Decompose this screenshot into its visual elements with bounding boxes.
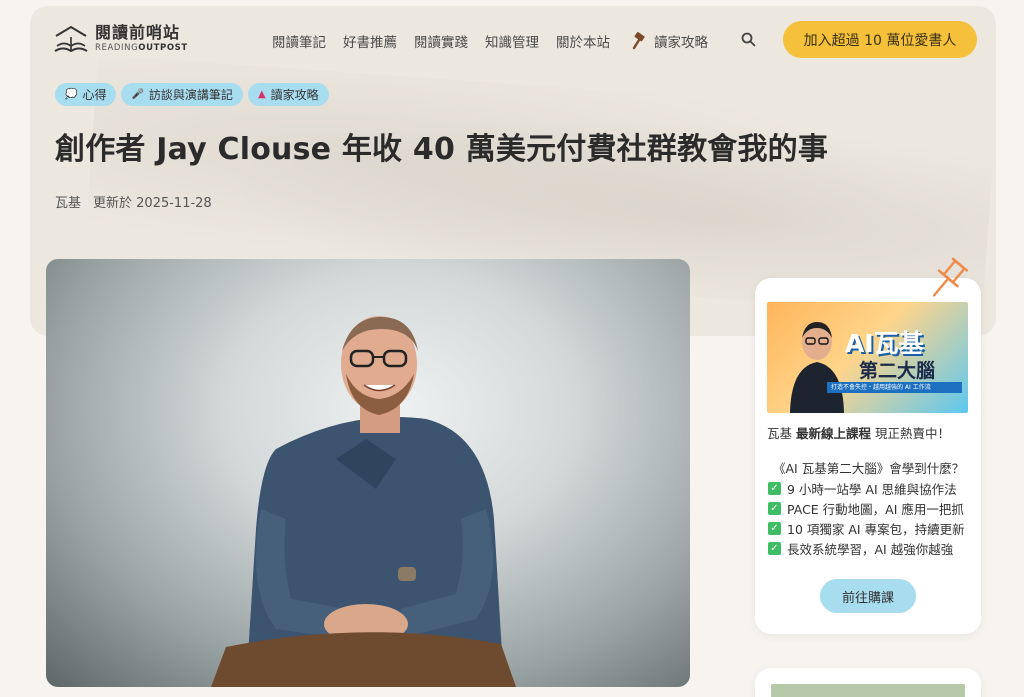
sidebar-card-secondary xyxy=(755,668,981,697)
nav-book-recommendations[interactable]: 好書推薦 xyxy=(343,31,397,51)
course-promo-card: AI瓦基 第二大腦 打造不會失控・越用越強的 AI 工作流 瓦基 最新線上課程 … xyxy=(755,278,981,634)
checkmark-icon: ✓ xyxy=(768,541,781,555)
search-icon[interactable] xyxy=(741,32,756,47)
article-meta: 瓦基 更新於 2025-11-28 xyxy=(55,192,212,211)
nav-reader-guide[interactable]: 讀家攻略 xyxy=(631,31,708,51)
nav-knowledge-management[interactable]: 知識管理 xyxy=(485,31,539,51)
instructor-illustration xyxy=(790,322,844,413)
checkmark-icon: ✓ xyxy=(768,481,781,495)
list-item: ✓ 9 小時一站學 AI 思維與協作法 xyxy=(768,478,965,498)
course-question: 《AI 瓦基第二大腦》會學到什麼？ xyxy=(773,461,965,476)
tag-label: 讀家攻略 xyxy=(270,88,319,102)
portrait-photo xyxy=(211,316,516,687)
nav-reading-notes[interactable]: 閱讀筆記 xyxy=(272,31,326,51)
article-title: 創作者 Jay Clouse 年收 40 萬美元付費社群教會我的事 xyxy=(55,132,829,167)
tag-reader-guide[interactable]: ▲ 讀家攻略 xyxy=(247,83,329,106)
author-name[interactable]: 瓦基 xyxy=(55,192,81,211)
banner-tagline: 打造不會失控・越用越強的 AI 工作流 xyxy=(827,382,962,393)
book-house-icon xyxy=(54,25,88,53)
banner-subtitle: 第二大腦 xyxy=(859,360,936,382)
tag-label: 訪談與演講筆記 xyxy=(148,88,233,102)
thought-bubble-icon: 💭 xyxy=(65,89,78,100)
updated-date: 更新於 2025-11-28 xyxy=(93,196,212,211)
list-item: ✓ 10 項獨家 AI 專案包，持續更新 xyxy=(768,518,965,538)
article-hero-image xyxy=(46,259,690,687)
logo-subtitle: READINGOUTPOST xyxy=(95,43,188,54)
tag-reflection[interactable]: 💭 心得 xyxy=(55,83,117,106)
nav-reading-practice[interactable]: 閱讀實踐 xyxy=(414,31,468,51)
hammer-icon xyxy=(632,32,645,50)
checkmark-icon: ✓ xyxy=(768,521,781,535)
main-nav: 閱讀筆記 好書推薦 閱讀實踐 知識管理 關於本站 讀家攻略 xyxy=(272,31,725,51)
nav-reader-guide-label: 讀家攻略 xyxy=(654,35,708,51)
triangle-icon: ▲ xyxy=(257,89,266,100)
microphone-icon: 🎤 xyxy=(131,89,144,100)
list-item: ✓ PACE 行動地圖，AI 應用一把抓 xyxy=(768,498,965,518)
site-logo[interactable]: 閱讀前哨站 READINGOUTPOST xyxy=(53,24,188,54)
nav-about[interactable]: 關於本站 xyxy=(556,31,610,51)
pushpin-icon xyxy=(932,257,969,297)
secondary-card-image[interactable] xyxy=(771,684,965,697)
tag-interview-notes[interactable]: 🎤 訪談與演講筆記 xyxy=(121,83,243,106)
logo-title: 閱讀前哨站 xyxy=(95,23,181,43)
course-headline: 瓦基 最新線上課程 現正熱賣中！ xyxy=(767,426,950,441)
list-item: ✓ 長效系統學習，AI 越強你越強 xyxy=(768,538,965,558)
course-banner[interactable]: AI瓦基 第二大腦 打造不會失控・越用越強的 AI 工作流 xyxy=(767,302,968,413)
course-benefits: ✓ 9 小時一站學 AI 思維與協作法 ✓ PACE 行動地圖，AI 應用一把抓 ✓… xyxy=(768,478,965,558)
tag-label: 心得 xyxy=(82,88,107,102)
checkmark-icon: ✓ xyxy=(768,501,781,515)
join-button[interactable]: 加入超過 10 萬位愛書人 xyxy=(783,21,977,58)
banner-title: AI瓦基 xyxy=(845,329,924,358)
tag-list: 💭 心得 🎤 訪談與演講筆記 ▲ 讀家攻略 xyxy=(55,83,329,106)
buy-course-button[interactable]: 前往購課 xyxy=(820,579,916,613)
